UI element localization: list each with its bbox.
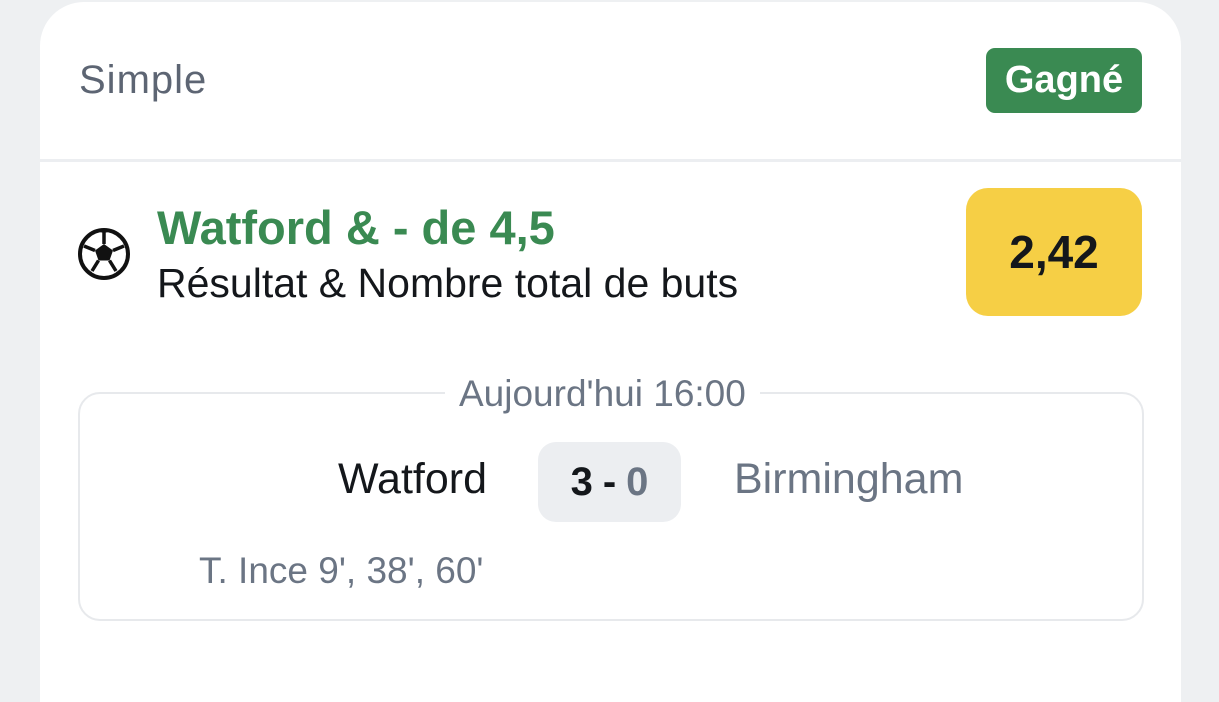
goal-scorers: T. Ince 9', 38', 60' xyxy=(199,550,484,591)
bet-type-label: Simple xyxy=(79,58,208,102)
selection-title: Watford & - de 4,5 xyxy=(157,201,555,254)
odds-button[interactable]: 2,42 xyxy=(966,188,1142,316)
bet-card: Simple Gagné Watford & - de 4,5 Résultat… xyxy=(40,2,1181,702)
soccer-ball-icon xyxy=(78,228,130,280)
bet-card-header: Simple Gagné xyxy=(40,2,1181,162)
score-box: 3 - 0 xyxy=(538,442,681,522)
home-team-name: Watford xyxy=(338,455,487,503)
score-home: 3 xyxy=(570,459,593,504)
market-name: Résultat & Nombre total de buts xyxy=(157,260,739,306)
status-badge: Gagné xyxy=(986,48,1142,113)
away-team-name: Birmingham xyxy=(734,455,964,503)
match-datetime: Aujourd'hui 16:00 xyxy=(445,372,760,416)
score-away: 0 xyxy=(626,459,649,504)
score-separator: - xyxy=(602,459,617,504)
